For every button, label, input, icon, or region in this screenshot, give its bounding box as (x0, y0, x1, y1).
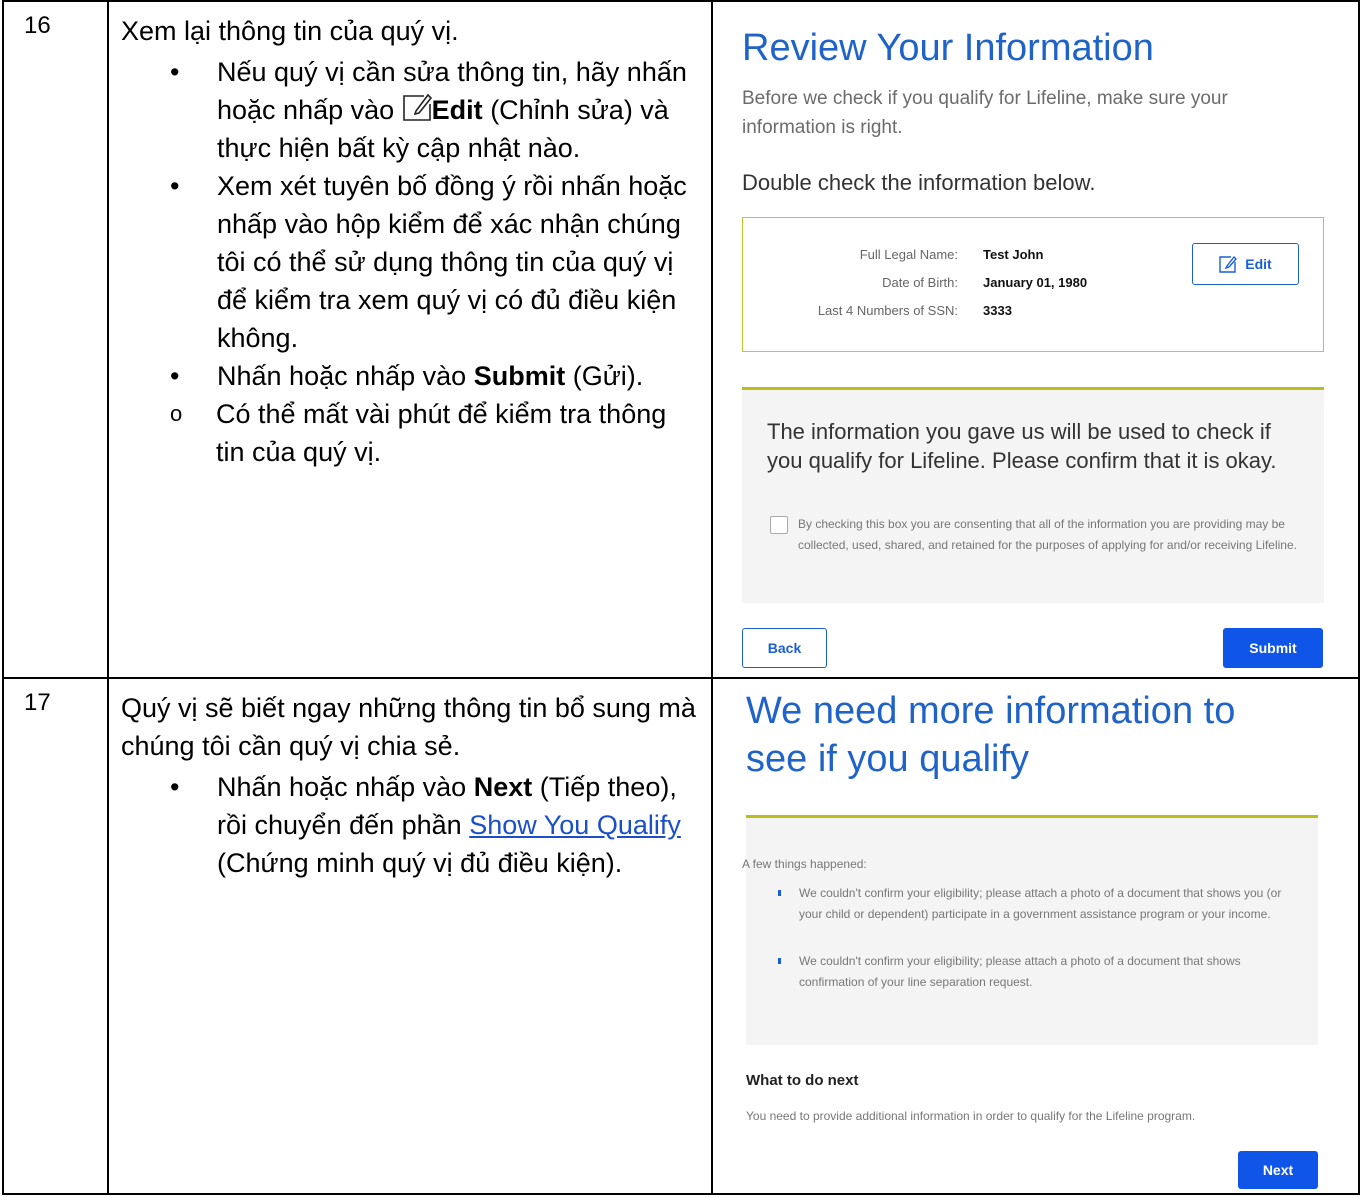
more-info-screenshot: We need more information to see if you q… (711, 677, 1360, 1195)
step-16-row: 16 Xem lại thông tin của quý vị. Nếu quý… (2, 0, 1360, 679)
notice-intro: A few things happened: (742, 857, 867, 871)
list-item: Nhấn hoặc nhấp vào Next (Tiếp theo), rồi… (121, 768, 697, 882)
list-item: Xem xét tuyên bố đồng ý rồi nhấn hoặc nh… (121, 167, 697, 357)
submit-button[interactable]: Submit (1223, 628, 1323, 668)
step-16-instructions: Xem lại thông tin của quý vị. Nếu quý vị… (107, 0, 713, 679)
info-box: Full Legal Name: Test John Date of Birth… (742, 217, 1324, 352)
field-label: Last 4 Numbers of SSN: (817, 303, 958, 318)
more-info-title: We need more information to see if you q… (746, 690, 1236, 780)
bullet-marker (778, 958, 781, 964)
back-button[interactable]: Back (742, 628, 827, 668)
consent-box: The information you gave us will be used… (742, 387, 1324, 603)
field-value: January 01, 1980 (983, 275, 1088, 290)
notice-item: We couldn't confirm your eligibility; pl… (799, 954, 1241, 989)
notice-item: We couldn't confirm your eligibility; pl… (799, 886, 1282, 921)
edit-button[interactable]: Edit (1192, 243, 1299, 285)
consent-checkbox[interactable] (770, 516, 788, 534)
notice-box: A few things happened: We couldn't confi… (742, 815, 1318, 1045)
step-number: 17 (2, 677, 109, 1195)
bullet-list: Nếu quý vị cần sửa thông tin, hãy nhấn h… (121, 53, 697, 471)
step-intro: Quý vị sẽ biết ngay những thông tin bổ s… (121, 693, 696, 761)
sub-list-item: Có thể mất vài phút để kiểm tra thông ti… (121, 395, 697, 471)
review-subtitle: Double check the information below. (742, 170, 1096, 195)
consent-text: By checking this box you are consenting … (798, 517, 1297, 552)
show-you-qualify-link[interactable]: Show You Qualify (469, 810, 681, 840)
step-17-row: 17 Quý vị sẽ biết ngay những thông tin b… (2, 677, 1360, 1195)
field-label: Date of Birth: (882, 275, 958, 290)
step-number: 16 (2, 0, 109, 679)
bullet-marker (778, 890, 781, 896)
next-steps-text: You need to provide additional informati… (746, 1109, 1196, 1123)
review-lead: Before we check if you qualify for Lifel… (742, 88, 1228, 138)
next-button[interactable]: Next (1238, 1151, 1318, 1189)
list-item: Nếu quý vị cần sửa thông tin, hãy nhấn h… (121, 53, 697, 167)
instruction-table: 16 Xem lại thông tin của quý vị. Nếu quý… (2, 0, 1360, 1195)
field-value: Test John (983, 247, 1044, 262)
field-label: Full Legal Name: (859, 247, 958, 262)
edit-icon (1219, 255, 1238, 273)
consent-heading: The information you gave us will be used… (767, 419, 1277, 473)
review-title: Review Your Information (742, 27, 1154, 69)
bullet-list: Nhấn hoặc nhấp vào Next (Tiếp theo), rồi… (121, 768, 697, 882)
edit-icon (402, 93, 432, 121)
review-screenshot: Review Your Information Before we check … (711, 0, 1360, 679)
step-intro: Xem lại thông tin của quý vị. (121, 16, 459, 46)
next-steps-heading: What to do next (746, 1072, 859, 1089)
field-value: 3333 (983, 303, 1012, 318)
list-item: Nhấn hoặc nhấp vào Submit (Gửi). Có thể … (121, 357, 697, 471)
sub-list: Có thể mất vài phút để kiểm tra thông ti… (121, 395, 697, 471)
step-17-instructions: Quý vị sẽ biết ngay những thông tin bổ s… (107, 677, 713, 1195)
